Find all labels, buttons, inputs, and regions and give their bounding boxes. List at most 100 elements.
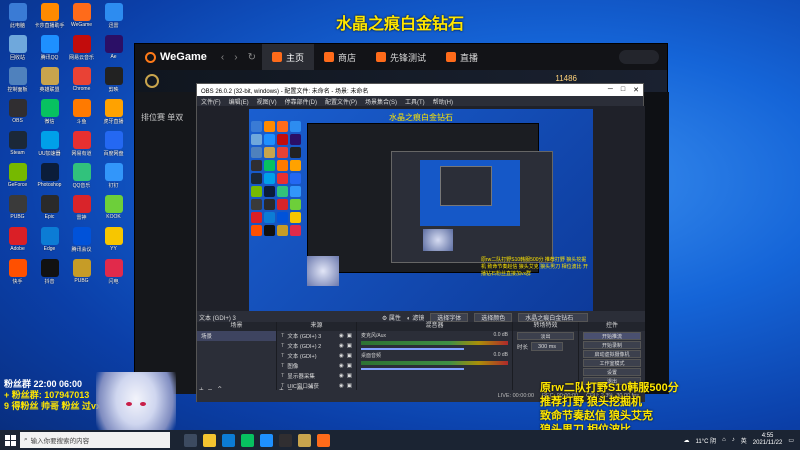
desktop-icon[interactable]: 迅雷 — [98, 2, 129, 33]
ime-indicator[interactable]: 英 — [741, 436, 747, 445]
desktop-icon[interactable]: 快手 — [2, 258, 33, 289]
lock-icon[interactable]: ▣ — [347, 353, 352, 359]
desktop-icon[interactable]: 抖音 — [34, 258, 65, 289]
filters-button[interactable]: ◐ 滤镜 — [407, 313, 424, 322]
wegame-tab[interactable]: 直播 — [436, 44, 488, 70]
eye-icon[interactable]: ◉ — [339, 343, 344, 349]
menu-item[interactable]: 工具(T) — [405, 97, 425, 106]
lock-icon[interactable]: ▣ — [347, 363, 352, 369]
wegame-tab[interactable]: 先锋测试 — [366, 44, 436, 70]
volume-slider[interactable] — [361, 368, 464, 370]
file-explorer-icon[interactable] — [203, 433, 216, 447]
menu-item[interactable]: 编辑(E) — [229, 97, 249, 106]
source-item[interactable]: T 文本 (GDI+) 2 ◉ ▣ — [277, 341, 356, 351]
taskbar-clock[interactable]: 4:55 2021/11/22 — [753, 433, 783, 447]
back-arrow-icon[interactable]: ‹ — [221, 52, 224, 63]
lock-icon[interactable]: ▣ — [347, 343, 352, 349]
desktop-icon[interactable]: 卡莎直播助手 — [34, 2, 65, 33]
desktop-icon[interactable]: Chrome — [66, 66, 97, 97]
desktop-icon[interactable]: Steam — [2, 130, 33, 161]
desktop-icon[interactable]: UU加速器 — [34, 130, 65, 161]
weather-icon[interactable]: ☁ — [683, 437, 689, 444]
text-value-field[interactable]: 水晶之痕白金钻石 — [518, 312, 589, 322]
desktop-icon[interactable]: OBS — [2, 98, 33, 129]
scene-item[interactable]: 场景 — [197, 331, 276, 341]
lock-icon[interactable]: ▣ — [347, 373, 352, 379]
volume-icon[interactable]: ♪ — [732, 437, 735, 443]
desktop-icon[interactable]: WeGame — [66, 2, 97, 33]
ranked-mode-label[interactable]: 排位赛 单双 — [135, 98, 197, 137]
menu-item[interactable]: 停靠部件(D) — [285, 97, 317, 106]
network-icon[interactable]: ⌂ — [722, 437, 726, 443]
menu-item[interactable]: 帮助(H) — [433, 97, 453, 106]
desktop-icon[interactable]: 剪映 — [98, 66, 129, 97]
league-icon[interactable] — [298, 433, 311, 447]
edge-icon[interactable] — [222, 433, 235, 447]
refresh-icon[interactable]: ↻ — [248, 52, 256, 63]
desktop-icon[interactable]: 百度网盘 — [98, 130, 129, 161]
minimize-icon[interactable]: ─ — [608, 86, 613, 94]
menu-item[interactable]: 场景集合(S) — [365, 97, 397, 106]
select-color-button[interactable]: 选择颜色 — [474, 312, 513, 322]
transition-select[interactable]: 淡出 — [517, 332, 574, 340]
desktop-icon[interactable]: 虎牙直播 — [98, 98, 129, 129]
weather-text[interactable]: 11°C 阴 — [695, 436, 716, 445]
source-item[interactable]: T 文本 (GDI+) 3 ◉ ▣ — [277, 331, 356, 341]
desktop-icon[interactable]: Adobe — [2, 226, 33, 257]
source-item[interactable]: T 图像 ◉ ▣ — [277, 361, 356, 371]
obs-icon[interactable] — [279, 433, 292, 447]
desktop-icon[interactable]: 腾讯QQ — [34, 34, 65, 65]
control-button[interactable]: 设置 — [583, 368, 641, 376]
source-item[interactable]: T 文本 (GDI+) ◉ ▣ — [277, 351, 356, 361]
qq-icon[interactable] — [260, 433, 273, 447]
desktop-icon[interactable]: 腾讯会议 — [66, 226, 97, 257]
desktop-icon[interactable]: 回收站 — [2, 34, 33, 65]
desktop-icon[interactable]: 此电脑 — [2, 2, 33, 33]
obs-window[interactable]: OBS 26.0.2 (32-bit, windows) - 配置文件: 未命名… — [196, 83, 645, 402]
obs-preview-area[interactable]: 水晶之痕白金钻石 原rw二队打野S10韩服500分 推荐打野 狼头挖掘机 致命节… — [197, 106, 645, 396]
desktop-icon[interactable]: KOOK — [98, 194, 129, 225]
source-item[interactable]: T 显示器采集 ◉ ▣ — [277, 371, 356, 381]
close-icon[interactable]: ✕ — [633, 86, 639, 94]
wegame-tab[interactable]: 商店 — [314, 44, 366, 70]
lock-icon[interactable]: ▣ — [347, 333, 352, 339]
control-button[interactable]: 启动虚拟摄像机 — [583, 350, 641, 358]
desktop-icon[interactable]: PUBG — [2, 194, 33, 225]
menu-item[interactable]: 视图(V) — [257, 97, 277, 106]
desktop-icon[interactable]: 微信 — [34, 98, 65, 129]
select-font-button[interactable]: 选择字体 — [430, 312, 469, 322]
desktop-icon[interactable]: QQ音乐 — [66, 162, 97, 193]
desktop-icon[interactable]: 钉钉 — [98, 162, 129, 193]
desktop-icon[interactable]: 英雄联盟 — [34, 66, 65, 97]
lock-icon[interactable]: ▣ — [347, 383, 352, 389]
desktop-icon[interactable]: 网易有道 — [66, 130, 97, 161]
desktop-icon[interactable]: Photoshop — [34, 162, 65, 193]
eye-icon[interactable]: ◉ — [339, 333, 344, 339]
desktop-icon[interactable]: 斗鱼 — [66, 98, 97, 129]
desktop-icon[interactable]: 雷神 — [66, 194, 97, 225]
desktop-icon[interactable]: 控制面板 — [2, 66, 33, 97]
wegame-logo[interactable]: WeGame — [145, 51, 207, 63]
desktop-icon[interactable]: Ae — [98, 34, 129, 65]
task-view-icon[interactable] — [184, 433, 197, 447]
wegame-search-box[interactable] — [619, 50, 659, 64]
desktop-icon[interactable]: Edge — [34, 226, 65, 257]
volume-slider[interactable] — [361, 348, 464, 350]
desktop-icon[interactable]: 闪电 — [98, 258, 129, 289]
wechat-icon[interactable] — [241, 433, 254, 447]
eye-icon[interactable]: ◉ — [339, 383, 344, 389]
eye-icon[interactable]: ◉ — [339, 373, 344, 379]
desktop-icon[interactable]: Epic — [34, 194, 65, 225]
desktop-icon[interactable]: PUBG — [66, 258, 97, 289]
eye-icon[interactable]: ◉ — [339, 363, 344, 369]
taskbar-search-input[interactable]: ⌕ 输入你要搜索的内容 — [20, 432, 170, 448]
properties-button[interactable]: ⚙ 属性 — [382, 313, 401, 322]
control-button[interactable]: 工作室模式 — [583, 359, 641, 367]
desktop-icon[interactable]: GeForce — [2, 162, 33, 193]
windows-start-button[interactable] — [0, 430, 20, 450]
desktop-icon[interactable]: 网易云音乐 — [66, 34, 97, 65]
duration-input[interactable]: 300 ms — [531, 342, 564, 351]
desktop-icon[interactable]: YY — [98, 226, 129, 257]
notification-icon[interactable]: ▭ — [788, 437, 794, 444]
control-button[interactable]: 开始推流 — [583, 332, 641, 340]
